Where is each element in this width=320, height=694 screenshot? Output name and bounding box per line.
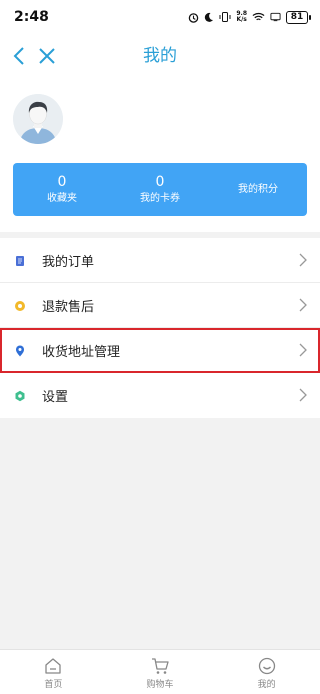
stat-favorites[interactable]: 0 收藏夹 (13, 163, 111, 216)
profile-smile-icon (258, 657, 275, 675)
menu-item-address-management[interactable]: 收货地址管理 (0, 328, 320, 373)
cart-icon (152, 658, 169, 674)
menu-item-label: 设置 (42, 390, 69, 405)
tab-profile[interactable]: 我的 (213, 650, 320, 694)
wifi-icon (252, 12, 265, 21)
points-label: 我的积分 (238, 183, 278, 195)
moon-icon (205, 12, 214, 22)
favorites-label: 收藏夹 (47, 192, 77, 204)
status-icons: 9.8 K/s 81 (188, 10, 311, 24)
menu-item-label: 我的订单 (42, 254, 95, 270)
tab-label: 我的 (257, 680, 276, 690)
order-icon (16, 256, 24, 266)
chevron-right-icon (299, 298, 307, 312)
avatar[interactable] (13, 94, 63, 144)
status-time: 2:48 (14, 9, 49, 25)
chevron-right-icon (299, 253, 307, 267)
tab-home[interactable]: 首页 (0, 650, 107, 694)
tab-label: 首页 (44, 680, 63, 690)
menu-item-orders[interactable]: 我的订单 (0, 238, 320, 283)
coupons-count: 0 (155, 173, 165, 190)
menu-list: 我的订单 退款售后 收货地址管理 设置 (0, 238, 320, 418)
network-speed: 9.8 K/s (236, 10, 247, 23)
menu-item-refunds[interactable]: 退款售后 (0, 283, 320, 328)
chevron-right-icon (299, 388, 307, 402)
nav-bar: 我的 (0, 34, 320, 78)
status-bar: 2:48 9.8 K/s 81 (0, 0, 320, 34)
close-icon[interactable] (36, 45, 58, 67)
menu-item-settings[interactable]: 设置 (0, 373, 320, 418)
profile-header: 0 收藏夹 0 我的卡券 我的积分 (0, 78, 320, 232)
settings-icon (15, 390, 25, 402)
chevron-right-icon (299, 343, 307, 357)
stat-points[interactable]: 我的积分 (209, 163, 307, 216)
screen-cast-icon (270, 12, 281, 22)
bottom-tab-bar: 首页 购物车 我的 (0, 649, 320, 694)
favorites-count: 0 (57, 173, 67, 190)
battery-indicator: 81 (286, 10, 311, 24)
location-pin-icon (16, 345, 24, 357)
tab-label: 购物车 (146, 680, 174, 690)
menu-item-label: 收货地址管理 (42, 344, 121, 360)
tab-cart[interactable]: 购物车 (107, 650, 214, 694)
back-arrow-icon[interactable] (10, 45, 30, 67)
menu-item-label: 退款售后 (42, 299, 95, 315)
vibrate-icon (219, 12, 231, 22)
home-icon (45, 658, 61, 674)
stat-coupons[interactable]: 0 我的卡券 (111, 163, 209, 216)
alarm-icon (189, 12, 199, 23)
stats-card: 0 收藏夹 0 我的卡券 我的积分 (13, 163, 307, 216)
refund-icon (15, 301, 25, 311)
coupons-label: 我的卡券 (140, 192, 180, 204)
avatar-person-icon (13, 94, 63, 144)
